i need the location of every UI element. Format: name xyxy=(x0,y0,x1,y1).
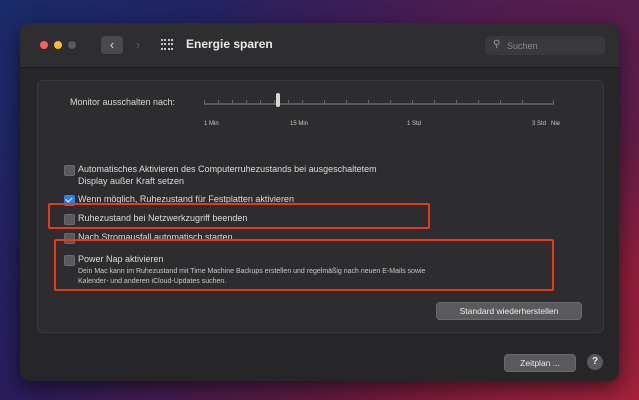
tick-label-15min: 15 Min xyxy=(290,121,309,127)
tick-label-1min: 1 Min xyxy=(204,121,219,127)
zoom-window-button[interactable] xyxy=(68,41,76,49)
highlight-box-power-nap xyxy=(54,239,554,291)
preferences-window: ‹ › Energie sparen ⚲ Suchen Monitor auss… xyxy=(20,23,619,381)
window-title: Energie sparen xyxy=(186,37,273,51)
minimize-window-button[interactable] xyxy=(54,41,62,49)
title-bar: ‹ › Energie sparen ⚲ Suchen xyxy=(20,23,619,68)
chevron-left-icon: ‹ xyxy=(109,37,115,52)
search-placeholder: Suchen xyxy=(507,41,538,51)
override-sleep-label: Automatisches Aktivieren des Computerruh… xyxy=(78,164,377,186)
chevron-right-icon: › xyxy=(135,37,141,52)
close-window-button[interactable] xyxy=(40,41,48,49)
show-all-grid-icon[interactable] xyxy=(161,39,173,51)
tick-label-nie: Nie xyxy=(551,121,561,127)
highlight-box-network-wake xyxy=(48,203,430,229)
monitor-off-label: Monitor ausschalten nach: xyxy=(70,97,176,107)
forward-button[interactable]: › xyxy=(128,36,148,54)
search-field[interactable]: ⚲ Suchen xyxy=(485,36,605,55)
back-button[interactable]: ‹ xyxy=(101,36,123,54)
override-sleep-checkbox[interactable] xyxy=(64,165,75,176)
search-icon: ⚲ xyxy=(493,39,501,50)
monitor-off-slider-thumb[interactable] xyxy=(276,93,280,107)
tick-label-3std: 3 Std xyxy=(532,121,547,127)
monitor-off-slider-track[interactable] xyxy=(204,100,554,105)
tick-label-1std: 1 Std xyxy=(407,121,422,127)
schedule-button[interactable]: Zeitplan ... xyxy=(504,354,576,372)
restore-defaults-button[interactable]: Standard wiederherstellen xyxy=(436,302,582,320)
help-button[interactable]: ? xyxy=(587,354,603,370)
